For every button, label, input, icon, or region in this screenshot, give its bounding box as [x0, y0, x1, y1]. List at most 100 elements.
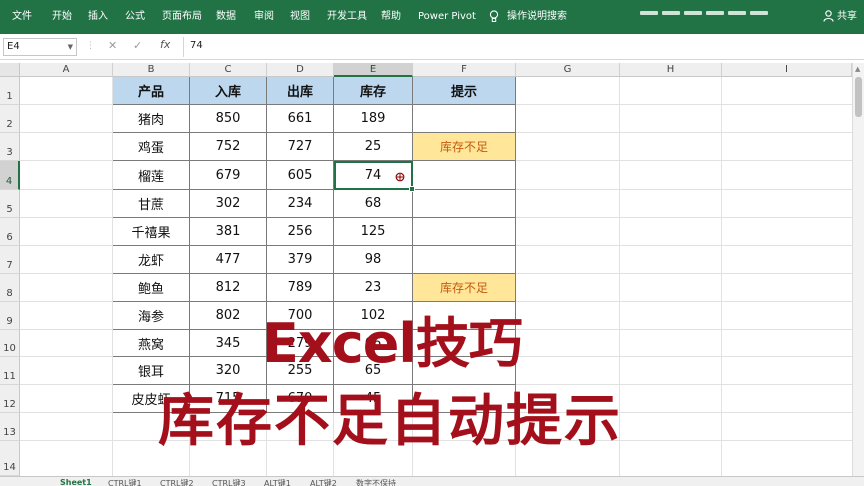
- tab-insert[interactable]: 插入: [88, 0, 108, 34]
- table-cell[interactable]: 海参: [113, 302, 190, 330]
- row-header-14[interactable]: 14: [0, 441, 20, 476]
- sheet-tab-2[interactable]: CTRL键1: [108, 478, 142, 486]
- table-header-cell[interactable]: 库存: [334, 77, 413, 105]
- row-header-10[interactable]: 10: [0, 330, 20, 357]
- table-cell[interactable]: 燕窝: [113, 330, 190, 357]
- table-cell[interactable]: 千禧果: [113, 218, 190, 246]
- alert-cell[interactable]: 库存不足: [413, 274, 516, 302]
- tab-help[interactable]: 帮助: [381, 0, 401, 34]
- alert-cell[interactable]: [413, 105, 516, 133]
- alert-cell[interactable]: [413, 190, 516, 218]
- formula-input[interactable]: 74: [190, 40, 203, 51]
- fill-handle[interactable]: [409, 186, 415, 192]
- table-header-cell[interactable]: 入库: [190, 77, 267, 105]
- table-cell[interactable]: 381: [190, 218, 267, 246]
- column-header-f[interactable]: F: [413, 63, 516, 77]
- table-cell[interactable]: 789: [267, 274, 334, 302]
- row-header-6[interactable]: 6: [0, 218, 20, 246]
- table-cell[interactable]: 234: [267, 190, 334, 218]
- sheet-tab-6[interactable]: ALT键2: [310, 478, 337, 486]
- row-header-12[interactable]: 12: [0, 385, 20, 413]
- column-header-g[interactable]: G: [516, 63, 620, 77]
- table-cell[interactable]: 752: [190, 133, 267, 161]
- select-all-corner[interactable]: [0, 63, 20, 77]
- table-cell[interactable]: 甘蔗: [113, 190, 190, 218]
- table-cell[interactable]: 679: [190, 161, 267, 190]
- row-header-3[interactable]: 3: [0, 133, 20, 161]
- alert-cell[interactable]: [413, 218, 516, 246]
- table-cell[interactable]: 379: [267, 246, 334, 274]
- row-header-13[interactable]: 13: [0, 413, 20, 441]
- row-header-7[interactable]: 7: [0, 246, 20, 274]
- table-cell[interactable]: 榴莲: [113, 161, 190, 190]
- table-cell[interactable]: 802: [190, 302, 267, 330]
- tab-home[interactable]: 开始: [52, 0, 72, 34]
- table-cell[interactable]: 68: [334, 190, 413, 218]
- table-cell[interactable]: 345: [190, 330, 267, 357]
- tab-formulas[interactable]: 公式: [125, 0, 145, 34]
- column-header-d[interactable]: D: [267, 63, 334, 77]
- vertical-scrollbar[interactable]: ▲: [852, 63, 864, 476]
- column-header-b[interactable]: B: [113, 63, 190, 77]
- lightbulb-icon[interactable]: [489, 10, 499, 26]
- table-cell[interactable]: 320: [190, 357, 267, 385]
- sheet-tab-7[interactable]: 数字不保持: [356, 478, 396, 486]
- alert-cell[interactable]: [413, 161, 516, 190]
- tab-file[interactable]: 文件: [12, 0, 32, 34]
- sheet-tab-5[interactable]: ALT键1: [264, 478, 291, 486]
- column-header-i[interactable]: I: [722, 63, 852, 77]
- tab-data[interactable]: 数据: [216, 0, 236, 34]
- table-cell[interactable]: 鲍鱼: [113, 274, 190, 302]
- sheet-tab-1[interactable]: Sheet1: [60, 478, 92, 486]
- tab-view[interactable]: 视图: [290, 0, 310, 34]
- tab-review[interactable]: 审阅: [254, 0, 274, 34]
- scrollbar-thumb[interactable]: [855, 77, 862, 117]
- table-header-cell[interactable]: 产品: [113, 77, 190, 105]
- table-cell[interactable]: 猪肉: [113, 105, 190, 133]
- name-box[interactable]: E4 ▼: [3, 38, 77, 56]
- table-cell[interactable]: 727: [267, 133, 334, 161]
- table-cell[interactable]: 鸡蛋: [113, 133, 190, 161]
- person-icon[interactable]: [823, 10, 834, 25]
- share-button[interactable]: 共享: [837, 0, 857, 34]
- table-cell[interactable]: 477: [190, 246, 267, 274]
- table-cell[interactable]: 605: [267, 161, 334, 190]
- row-header-8[interactable]: 8: [0, 274, 20, 302]
- table-cell[interactable]: 661: [267, 105, 334, 133]
- row-header-1[interactable]: 1: [0, 77, 20, 105]
- insert-function-icon[interactable]: fx: [160, 38, 170, 51]
- table-cell[interactable]: 银耳: [113, 357, 190, 385]
- table-cell[interactable]: 98: [334, 246, 413, 274]
- table-cell[interactable]: 125: [334, 218, 413, 246]
- column-header-e[interactable]: E: [334, 63, 413, 77]
- row-header-5[interactable]: 5: [0, 190, 20, 218]
- alert-cell[interactable]: [413, 246, 516, 274]
- confirm-icon[interactable]: ✓: [133, 39, 142, 52]
- column-header-a[interactable]: A: [20, 63, 113, 77]
- scroll-up-icon[interactable]: ▲: [855, 65, 860, 73]
- chevron-down-icon[interactable]: ▼: [68, 39, 73, 55]
- table-cell[interactable]: 189: [334, 105, 413, 133]
- tab-developer[interactable]: 开发工具: [327, 0, 367, 34]
- table-cell[interactable]: 龙虾: [113, 246, 190, 274]
- table-cell[interactable]: 23: [334, 274, 413, 302]
- table-cell[interactable]: 850: [190, 105, 267, 133]
- table-cell[interactable]: 256: [267, 218, 334, 246]
- tell-me-search[interactable]: 操作说明搜索: [507, 0, 567, 34]
- row-header-2[interactable]: 2: [0, 105, 20, 133]
- table-cell[interactable]: 812: [190, 274, 267, 302]
- alert-cell[interactable]: 库存不足: [413, 133, 516, 161]
- row-header-11[interactable]: 11: [0, 357, 20, 385]
- tab-page-layout[interactable]: 页面布局: [162, 0, 202, 34]
- row-header-9[interactable]: 9: [0, 302, 20, 330]
- column-header-h[interactable]: H: [620, 63, 722, 77]
- cancel-icon[interactable]: ✕: [108, 39, 117, 52]
- column-header-c[interactable]: C: [190, 63, 267, 77]
- table-cell[interactable]: 25: [334, 133, 413, 161]
- row-header-4[interactable]: 4: [0, 161, 20, 190]
- sheet-tab-3[interactable]: CTRL键2: [160, 478, 194, 486]
- tab-power-pivot[interactable]: Power Pivot: [418, 0, 476, 34]
- table-cell[interactable]: 302: [190, 190, 267, 218]
- table-header-cell[interactable]: 出库: [267, 77, 334, 105]
- table-header-cell[interactable]: 提示: [413, 77, 516, 105]
